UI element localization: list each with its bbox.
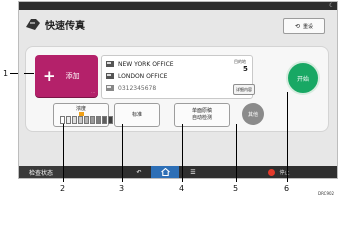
stop-button[interactable]: 停止: [251, 166, 307, 178]
density-cell: [72, 116, 77, 124]
density-cell: [66, 116, 71, 124]
fax-destination-icon: [106, 61, 114, 67]
callout-6: 6: [284, 184, 290, 193]
density-scale: [60, 116, 113, 124]
callout-line-6: [287, 92, 288, 182]
fax-destination-icon: [106, 73, 114, 79]
fax-icon: [26, 19, 40, 30]
destination-name: LONDON OFFICE: [118, 72, 168, 80]
add-corner-icon: ⋯: [91, 90, 95, 95]
stop-icon: [268, 168, 276, 176]
callout-line-2: [63, 124, 64, 182]
home-button[interactable]: [151, 166, 179, 178]
title-row: 快速传真: [25, 16, 85, 32]
density-cell: [90, 116, 95, 124]
callout-2: 2: [60, 184, 66, 193]
callout-line-3: [122, 124, 123, 182]
plus-icon: +: [43, 66, 56, 85]
status-moon-icon: ☾: [329, 2, 335, 9]
original-type-line1: 单面原稿: [191, 108, 212, 114]
menu-icon: ☰: [190, 168, 196, 176]
bottom-bar: 检查状态 ↶ ☰ 停止: [19, 166, 337, 178]
destination-item[interactable]: LONDON OFFICE: [106, 71, 167, 81]
destination-list[interactable]: NEW YORK OFFICE LONDON OFFICE 0312345678…: [101, 55, 255, 99]
callout-line-1-inner: [24, 73, 34, 74]
density-cell: [84, 116, 89, 124]
destination-name: NEW YORK OFFICE: [118, 60, 174, 68]
check-status-label: 检查状态: [28, 169, 53, 177]
density-cell: [60, 116, 65, 124]
details-button[interactable]: 详细内容: [233, 84, 255, 95]
home-icon: [160, 168, 170, 176]
other-label: 其他: [247, 111, 258, 118]
reset-button[interactable]: ⟲ 重设: [283, 18, 325, 34]
check-status-button[interactable]: 检查状态: [19, 166, 63, 178]
callout-line-5: [236, 124, 237, 182]
callout-line-4: [182, 124, 183, 182]
destination-number: 0312345678: [118, 84, 157, 92]
original-type-line2: 自动检测: [191, 115, 212, 121]
density-cell: [108, 116, 113, 124]
density-button[interactable]: 浓度: [53, 103, 113, 127]
start-label: 开始: [296, 75, 309, 83]
resolution-label: 标准: [131, 112, 142, 118]
menu-button[interactable]: ☰: [181, 166, 205, 178]
fax-screen: ☾ 快速传真 ⟲ 重设 + 添加 ⋯ NEW YORK OFFICE LONDO…: [18, 1, 338, 179]
status-bar: ☾: [19, 2, 337, 10]
destination-item[interactable]: NEW YORK OFFICE: [106, 59, 174, 69]
reset-icon: ⟲: [294, 22, 300, 30]
destination-count-value: 5: [243, 65, 248, 73]
back-button[interactable]: ↶: [127, 166, 151, 178]
density-cell: [96, 116, 101, 124]
fax-number-icon: [106, 85, 114, 91]
add-label: 添加: [65, 72, 80, 80]
start-button[interactable]: 开始: [286, 61, 320, 95]
callout-1: 1: [3, 69, 9, 78]
figure-code: DRC902: [318, 191, 335, 196]
density-cell: [102, 116, 107, 124]
destination-item[interactable]: 0312345678: [106, 83, 156, 93]
callout-5: 5: [233, 184, 239, 193]
callout-line-1: [10, 73, 18, 74]
app-title: 快速传真: [45, 20, 85, 32]
callout-3: 3: [119, 184, 125, 193]
add-destination-button[interactable]: + 添加 ⋯: [35, 55, 98, 97]
callout-4: 4: [179, 184, 185, 193]
back-icon: ↶: [136, 168, 142, 176]
resolution-button[interactable]: 标准: [114, 103, 160, 127]
reset-label: 重设: [303, 23, 314, 30]
density-cell: [78, 116, 83, 124]
other-settings-button[interactable]: 其他: [242, 103, 264, 125]
details-label: 详细内容: [236, 86, 252, 92]
